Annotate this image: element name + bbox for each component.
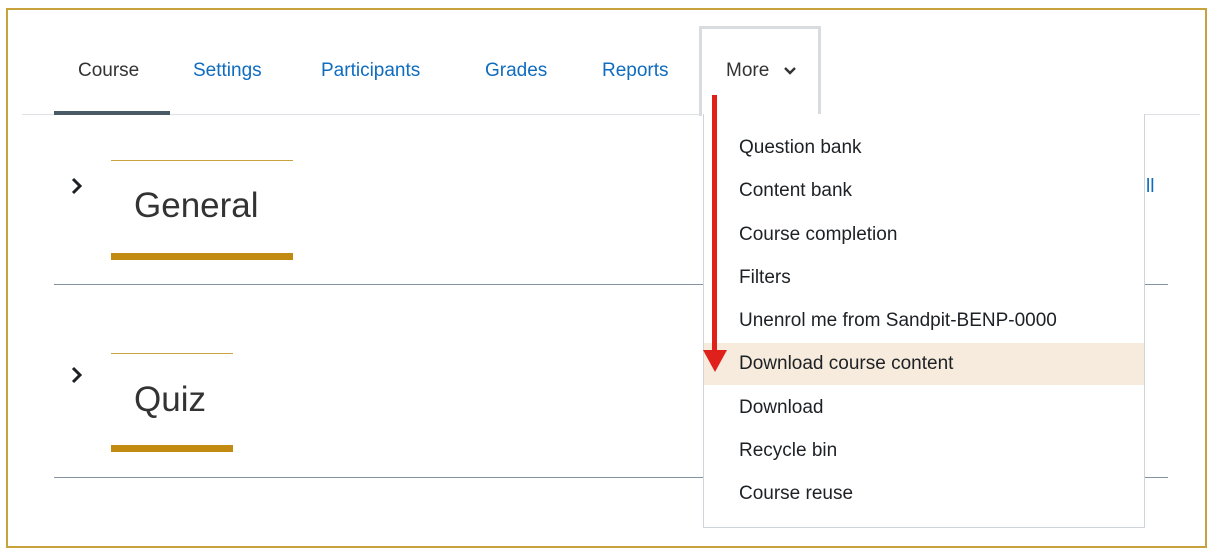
chevron-right-icon[interactable] [70, 177, 84, 195]
menu-item-question-bank[interactable]: Question bank [704, 127, 1144, 169]
collapse-all-link[interactable]: ll [1146, 176, 1154, 198]
chevron-right-icon[interactable] [70, 366, 84, 384]
section-top-rule [111, 160, 293, 161]
menu-item-download-course-content[interactable]: Download course content [704, 343, 1144, 385]
tab-reports[interactable]: Reports [602, 60, 669, 82]
tab-settings[interactable]: Settings [193, 60, 262, 82]
menu-item-filters[interactable]: Filters [704, 257, 1144, 299]
section-title-quiz[interactable]: Quiz [134, 380, 206, 420]
active-tab-indicator [54, 111, 170, 115]
tab-course[interactable]: Course [78, 60, 139, 82]
section-top-rule [111, 353, 233, 354]
tab-more[interactable]: More [726, 60, 769, 82]
menu-item-recycle-bin[interactable]: Recycle bin [704, 430, 1144, 472]
menu-item-content-bank[interactable]: Content bank [704, 170, 1144, 212]
menu-item-course-reuse[interactable]: Course reuse [704, 473, 1144, 515]
tab-grades[interactable]: Grades [485, 60, 547, 82]
section-accent-bar [111, 253, 293, 260]
more-dropdown-menu: Question bank Content bank Course comple… [703, 114, 1145, 528]
menu-item-unenrol[interactable]: Unenrol me from Sandpit-BENP-0000 [704, 300, 1144, 342]
arrow-head-icon [703, 350, 727, 372]
section-accent-bar [111, 445, 233, 452]
arrow-down-icon [712, 95, 717, 353]
menu-item-download[interactable]: Download [704, 387, 1144, 429]
tab-participants[interactable]: Participants [321, 60, 420, 82]
menu-item-course-completion[interactable]: Course completion [704, 214, 1144, 256]
chevron-down-icon[interactable] [784, 66, 796, 76]
section-title-general[interactable]: General [134, 186, 259, 226]
